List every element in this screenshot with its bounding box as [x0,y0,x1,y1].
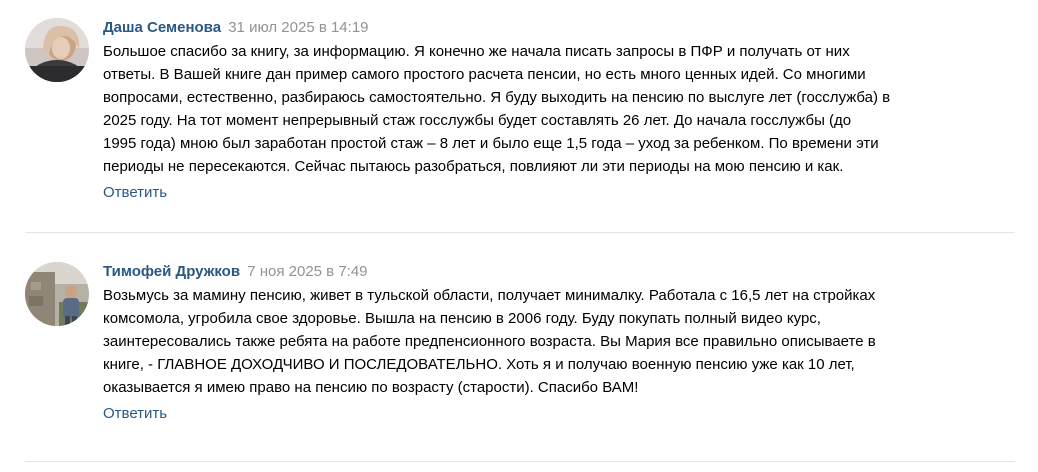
comment-text: Возьмусь за мамину пенсию, живет в тульс… [103,284,1003,399]
comment-divider [25,232,1015,233]
comment-text-line: 2025 году. На тот момент непрерывный ста… [103,112,852,129]
avatar[interactable] [25,262,89,326]
reply-button[interactable]: Ответить [103,404,167,424]
author-name[interactable]: Даша Семенова [103,19,221,36]
comment-header: Даша Семенова 31 июл 2025 в 14:19 [103,18,1003,40]
avatar-photo-icon [25,18,89,82]
comment-text-line: Возьмусь за мамину пенсию, живет в тульс… [103,287,876,304]
comment-text-line: 1995 года) мною был заработан простой ст… [103,135,879,152]
comment-text-line: книге, - ГЛАВНОЕ ДОХОДЧИВО И ПОСЛЕДОВАТЕ… [103,356,855,373]
comment-header: Тимофей Дружков 7 ноя 2025 в 7:49 [103,262,1003,284]
avatar-photo-icon [25,262,89,326]
avatar[interactable] [25,18,89,82]
comment-text: Большое спасибо за книгу, за информацию.… [103,40,1003,178]
comment-divider [25,461,1015,462]
comment-text-line: Большое спасибо за книгу, за информацию.… [103,43,850,60]
author-name[interactable]: Тимофей Дружков [103,263,240,280]
comment-text-line: периоды не пересекаются. Сейчас пытаюсь … [103,158,844,175]
comment-text-line: оказывается я имею право на пенсию по во… [103,379,639,396]
reply-button[interactable]: Ответить [103,183,167,203]
comment-text-line: комсомола, угробила свое здоровье. Вышла… [103,310,821,327]
comment-date[interactable]: 7 ноя 2025 в 7:49 [247,263,367,280]
comment-body: Тимофей Дружков 7 ноя 2025 в 7:49 Возьму… [103,262,1003,424]
comment-text-line: ответы. В Вашей книге дан пример самого … [103,66,866,83]
comment-text-line: заинтересовались также ребята на работе … [103,333,876,350]
comment-text-line: вопросами, естественно, разбираюсь самос… [103,89,891,106]
comment-date[interactable]: 31 июл 2025 в 14:19 [228,19,368,36]
comment-body: Даша Семенова 31 июл 2025 в 14:19 Большо… [103,18,1003,203]
